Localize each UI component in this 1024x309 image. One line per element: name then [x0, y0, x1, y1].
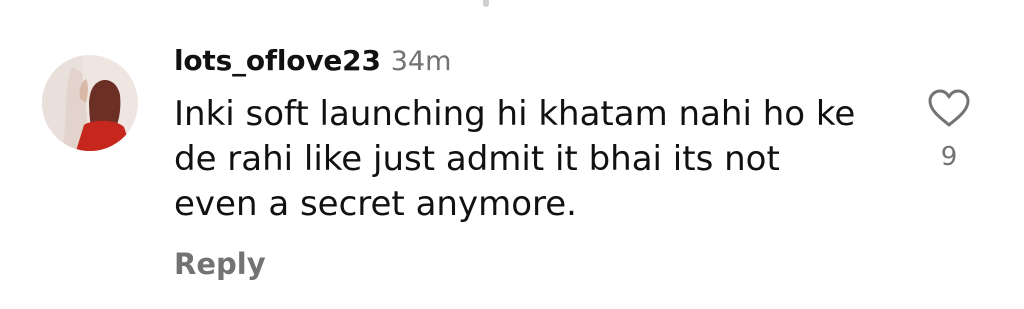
timestamp: 34m: [390, 46, 452, 77]
username[interactable]: lots_oflove23: [174, 44, 381, 77]
previous-item-edge: [483, 0, 489, 7]
avatar-image: [42, 55, 138, 151]
comment-header: lots_oflove23 34m: [174, 44, 894, 88]
like-area: 9: [922, 88, 976, 172]
comment-text: Inki soft launching hi khatam nahi ho ke…: [174, 94, 856, 224]
comment-body: lots_oflove23 34m Inki soft launching hi…: [174, 44, 894, 281]
avatar[interactable]: [42, 55, 138, 151]
heart-outline-icon[interactable]: [927, 88, 971, 128]
reply-button[interactable]: Reply: [174, 247, 266, 281]
like-count: 9: [940, 142, 958, 172]
